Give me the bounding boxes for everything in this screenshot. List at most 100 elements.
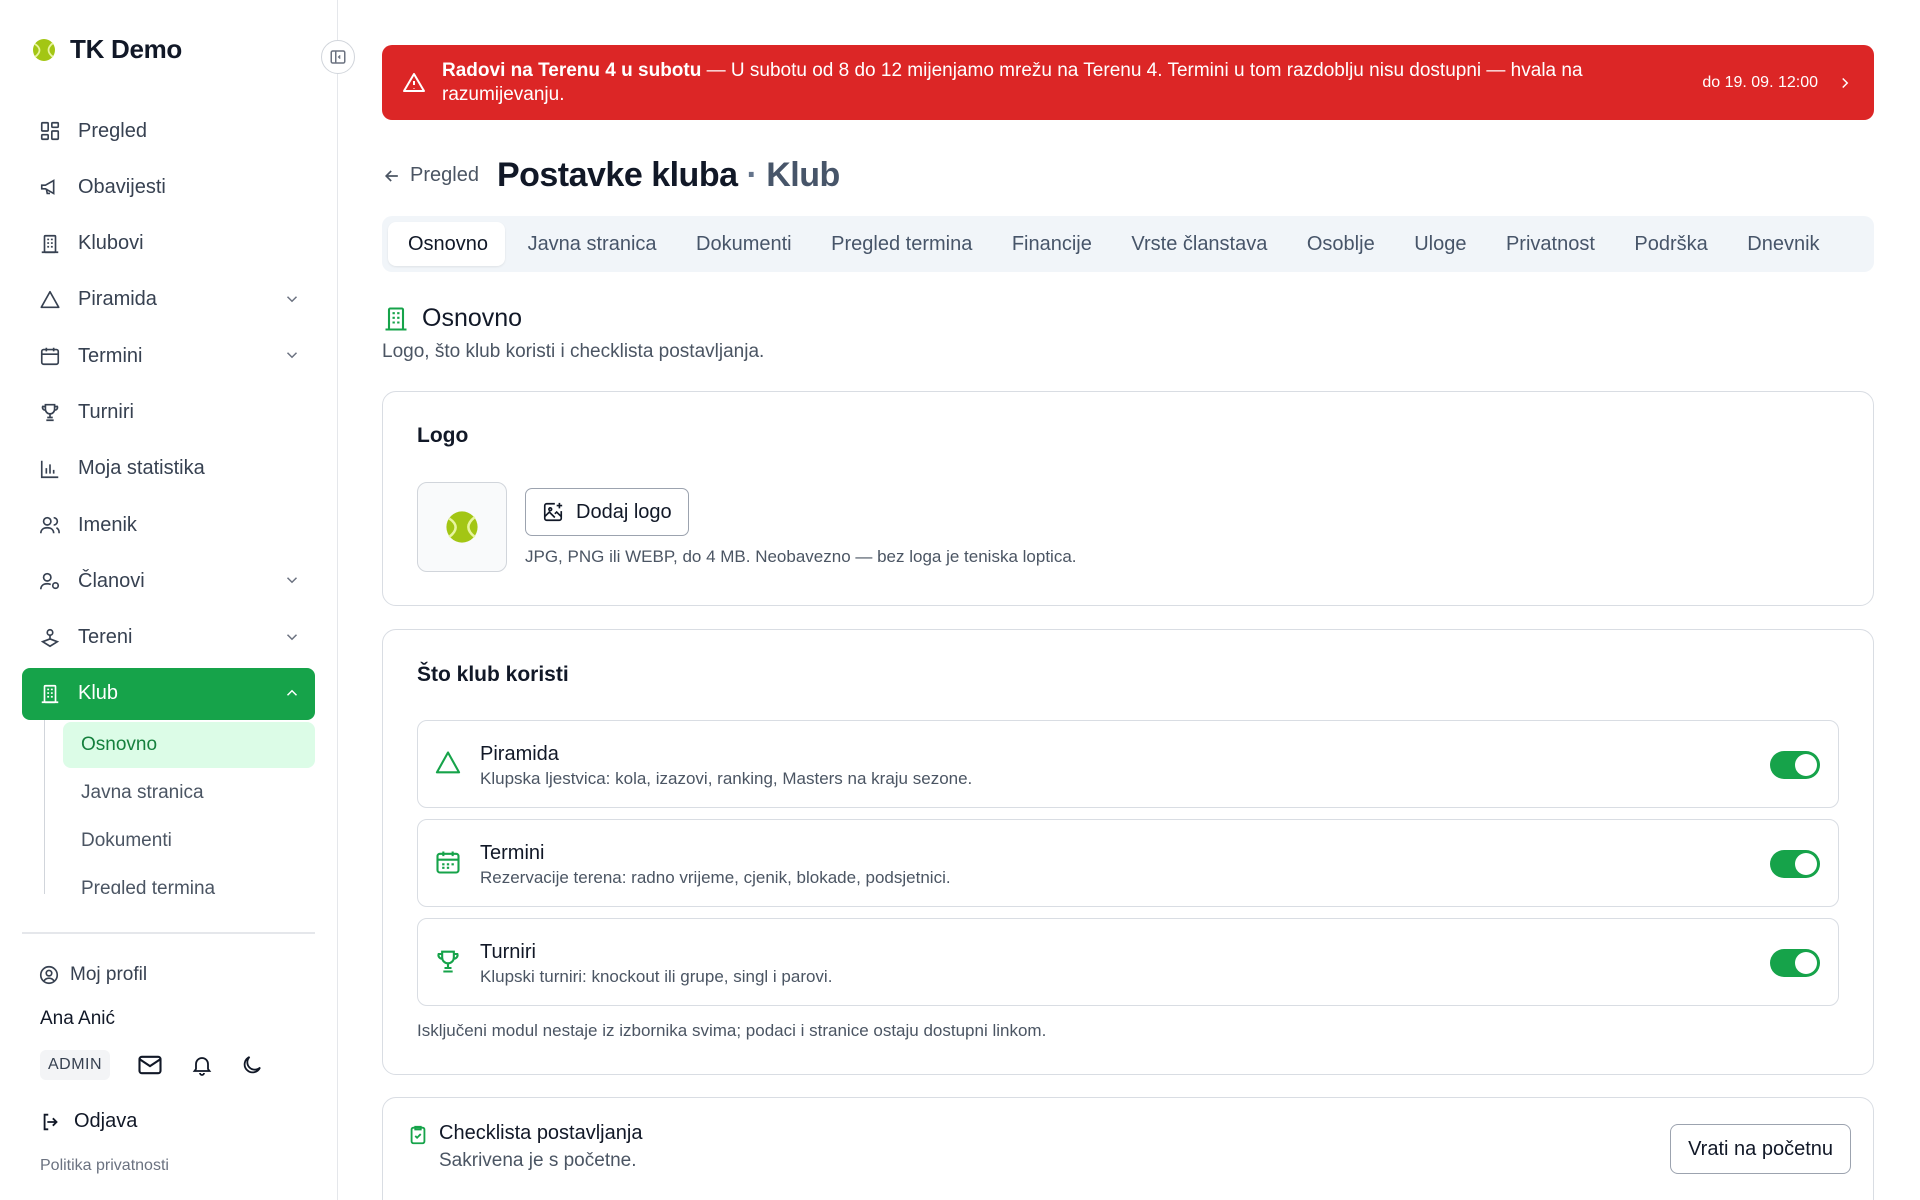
module-toggle[interactable] [1770,751,1820,779]
banner-date: do 19. 09. 12:00 [1702,73,1818,91]
module-toggle[interactable] [1770,949,1820,977]
sidebar-subitem-javna-stranica[interactable]: Javna stranica [63,770,315,816]
sidebar-item-obavijesti[interactable]: Obavijesti [22,161,315,213]
building-icon [38,682,62,706]
tennis-ball-icon [445,510,479,544]
user-actions-row: ADMIN [40,1050,264,1080]
module-description: Klupska ljestvica: kola, izazovi, rankin… [480,769,973,788]
sidebar-item-label: Imenik [78,513,137,536]
announcement-banner[interactable]: Radovi na Terenu 4 u subotu — U subotu o… [382,45,1874,120]
sidebar-subitem-dokumenti[interactable]: Dokumenti [63,818,315,864]
toggle-knob [1795,853,1817,875]
section-header: Osnovno [382,304,522,333]
module-title: Turniri [480,941,536,963]
section-title: Osnovno [422,304,523,332]
chevron-right-icon[interactable] [1836,74,1854,92]
triangle-icon [38,288,62,312]
clipboard-check-icon [407,1124,429,1146]
sidebar-item-tereni[interactable]: Tereni [22,612,315,664]
my-profile-link[interactable]: Moj profil [38,964,147,986]
sidebar-item-label: Obavijesti [78,175,166,198]
image-plus-icon [542,501,564,523]
page-title-context: Klub [766,156,840,194]
sidebar-item-piramida[interactable]: Piramida [22,274,315,326]
privacy-policy-link[interactable]: Politika privatnosti [40,1157,169,1175]
sidebar-item-label: Moja statistika [78,457,205,480]
dashboard-icon [38,119,62,143]
trophy-icon [38,400,62,424]
sidebar-item-label: Članovi [78,569,145,592]
section-description: Logo, što klub koristi i checklista post… [382,341,765,362]
tab-pregled-termina[interactable]: Pregled termina [811,222,989,266]
sidebar-subitem-pregled-termina[interactable]: Pregled termina [63,866,315,894]
logo-card: Logo Dodaj logo JPG, PNG ili WEBP, do 4 … [382,391,1874,606]
user-name: Ana Anić [40,1008,115,1029]
module-description: Klupski turniri: knockout ili grupe, sin… [480,967,833,986]
restore-to-home-button[interactable]: Vrati na početnu [1670,1124,1851,1174]
sidebar-subnav-klub: Osnovno Javna stranica Dokumenti Pregled… [44,720,315,895]
page-header: Pregled Postavke kluba · Klub [382,156,840,195]
tab-privatnost[interactable]: Privatnost [1486,222,1612,266]
moon-icon[interactable] [240,1053,264,1077]
add-logo-button[interactable]: Dodaj logo [525,488,689,536]
bar-chart-icon [38,457,62,481]
tab-osnovno[interactable]: Osnovno [388,222,506,266]
sidebar-item-moja-statistika[interactable]: Moja statistika [22,443,315,495]
tab-dokumenti[interactable]: Dokumenti [676,222,809,266]
chevron-down-icon[interactable] [283,290,301,308]
chevron-down-icon[interactable] [283,346,301,364]
sidebar-item-label: Termini [78,344,143,367]
tab-vrste-clanstava[interactable]: Vrste članstava [1111,222,1284,266]
sidebar-item-turniri[interactable]: Turniri [22,386,315,438]
add-logo-label: Dodaj logo [576,500,672,523]
title-separator: · [746,156,758,194]
tennis-ball-icon [32,38,56,62]
page-title-main: Postavke kluba [496,156,738,194]
tab-podrska[interactable]: Podrška [1614,222,1724,266]
user-circle-icon [38,964,60,986]
tab-osoblje[interactable]: Osoblje [1287,222,1392,266]
toggle-knob [1795,754,1817,776]
mail-icon[interactable] [136,1051,164,1079]
module-toggle[interactable] [1770,850,1820,878]
checklist-card: Checklista postavljanja Sakrivena je s p… [382,1097,1874,1200]
sidebar-item-imenik[interactable]: Imenik [22,499,315,551]
brand[interactable]: TK Demo [32,34,182,65]
chevron-down-icon[interactable] [283,628,301,646]
banner-title: Radovi na Terenu 4 u subotu [442,59,702,81]
back-link-label: Pregled [410,164,479,186]
module-turniri: Turniri Klupski turniri: knockout ili gr… [417,918,1839,1006]
sidebar-item-label: Turniri [78,400,134,423]
sidebar-collapse-button[interactable] [321,40,355,74]
sidebar-item-klubovi[interactable]: Klubovi [22,218,315,270]
sidebar-item-label: Klub [78,682,119,705]
tab-financije[interactable]: Financije [992,222,1109,266]
module-title: Piramida [480,743,559,765]
logout-button[interactable]: Odjava [40,1110,137,1133]
tab-javna-stranica[interactable]: Javna stranica [508,222,674,266]
users-icon [38,513,62,537]
module-termini: Termini Rezervacije terena: radno vrijem… [417,819,1839,907]
sidebar-divider [22,932,315,934]
card-title: Logo [417,424,469,447]
card-title: Što klub koristi [417,663,569,686]
sidebar-item-klub[interactable]: Klub [22,667,315,720]
tab-dnevnik[interactable]: Dnevnik [1727,222,1836,266]
sidebar-subitem-osnovno[interactable]: Osnovno [63,722,315,769]
megaphone-icon [38,175,62,199]
back-link[interactable]: Pregled [382,164,479,187]
checklist-description: Sakrivena je s početne. [439,1150,637,1171]
chevron-down-icon[interactable] [283,571,301,589]
sidebar-item-clanovi[interactable]: Članovi [22,555,315,607]
chevron-up-icon[interactable] [283,684,301,702]
logo-preview [417,482,507,572]
modules-note: Isključeni modul nestaje iz izbornika sv… [417,1021,1047,1040]
sidebar-item-termini[interactable]: Termini [22,330,315,382]
sidebar: TK Demo Pregled Obavijesti Klubovi Piram… [0,0,338,1200]
bell-icon[interactable] [190,1053,214,1077]
tab-uloge[interactable]: Uloge [1394,222,1483,266]
building-icon [38,232,62,256]
trophy-icon [434,947,462,975]
sidebar-item-pregled[interactable]: Pregled [22,105,315,157]
user-settings-icon [38,569,62,593]
